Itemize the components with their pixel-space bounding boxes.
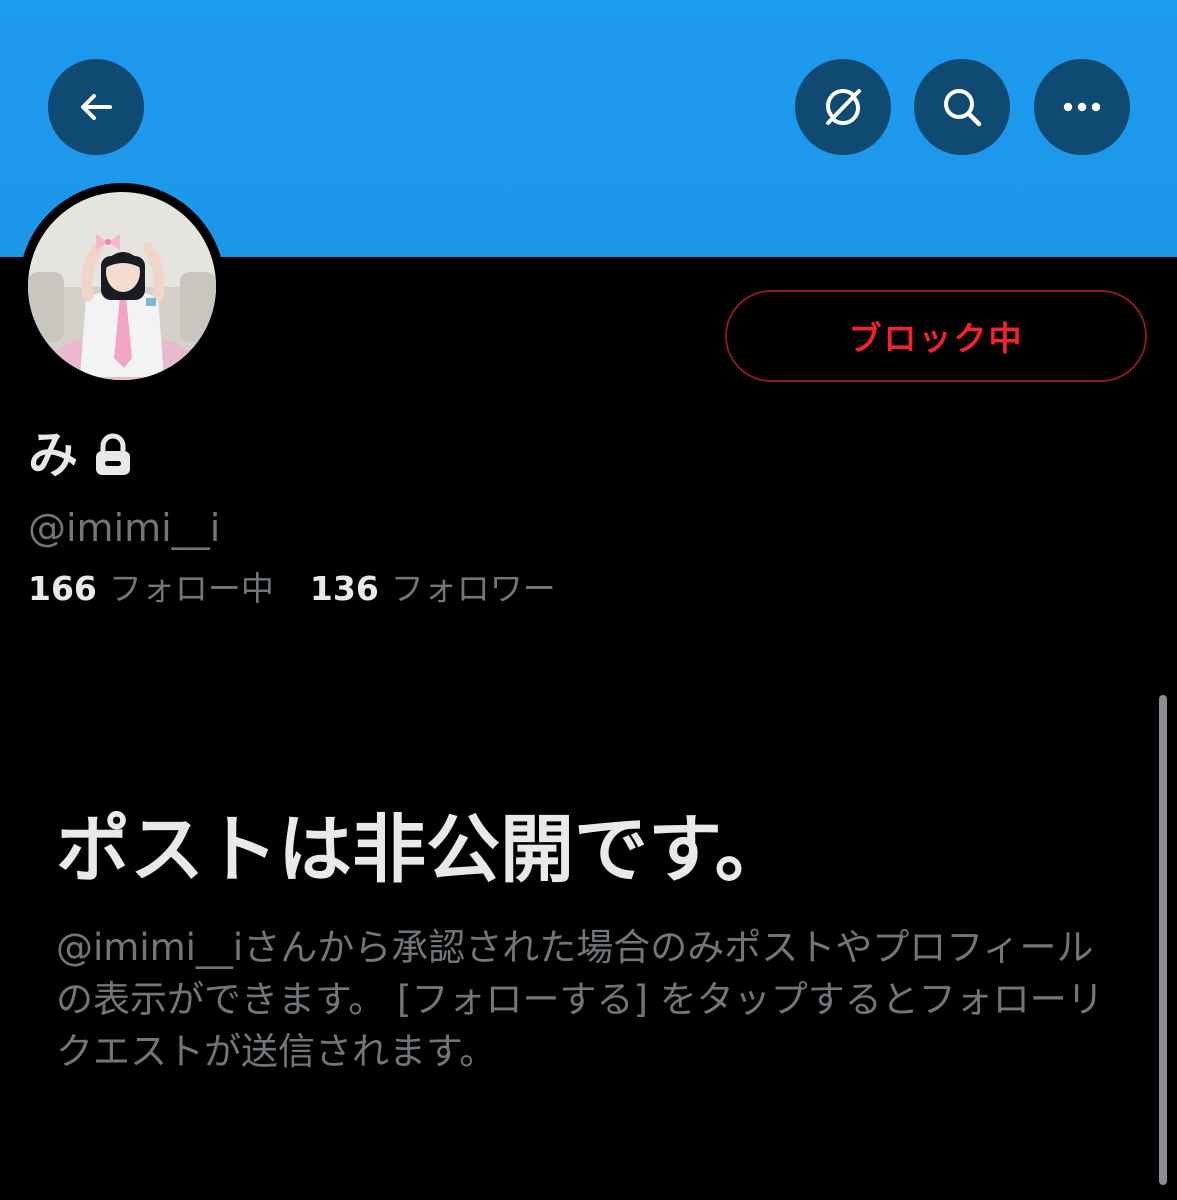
blocked-button[interactable]: ブロック中 <box>725 290 1147 382</box>
private-account-title: ポストは非公開です。 <box>56 807 789 893</box>
display-name-row: み <box>28 420 132 490</box>
more-button[interactable] <box>1034 59 1130 155</box>
avatar-photo <box>28 192 216 380</box>
more-horizontal-icon <box>1063 102 1101 112</box>
followers-label: フォロワー <box>390 569 556 608</box>
profile-page: ブロック中 み @imimi__i 166 フォロー中 136 フォロワー ポス… <box>0 0 1177 1200</box>
user-handle: @imimi__i <box>28 506 221 550</box>
avatar[interactable] <box>28 192 216 380</box>
following-label: フォロー中 <box>108 569 274 608</box>
follow-stats: 166 フォロー中 136 フォロワー <box>28 564 556 614</box>
private-account-description: @imimi__iさんから承認された場合のみポストやプロフィールの表示ができます… <box>56 926 1104 1073</box>
following-count: 166 <box>28 569 97 608</box>
scrollbar[interactable] <box>1159 695 1167 1185</box>
search-icon <box>944 89 982 127</box>
grok-button[interactable] <box>795 59 891 155</box>
followers-link[interactable]: 136 フォロワー <box>310 564 556 614</box>
followers-count: 136 <box>309 569 379 608</box>
arrow-left-icon <box>81 94 112 120</box>
lock-icon <box>96 433 130 475</box>
avatar-frame <box>19 183 225 389</box>
grok-icon <box>826 89 861 125</box>
display-name: み <box>28 426 78 484</box>
following-link[interactable]: 166 フォロー中 <box>28 564 274 614</box>
search-button[interactable] <box>914 59 1010 155</box>
back-button[interactable] <box>48 59 144 155</box>
